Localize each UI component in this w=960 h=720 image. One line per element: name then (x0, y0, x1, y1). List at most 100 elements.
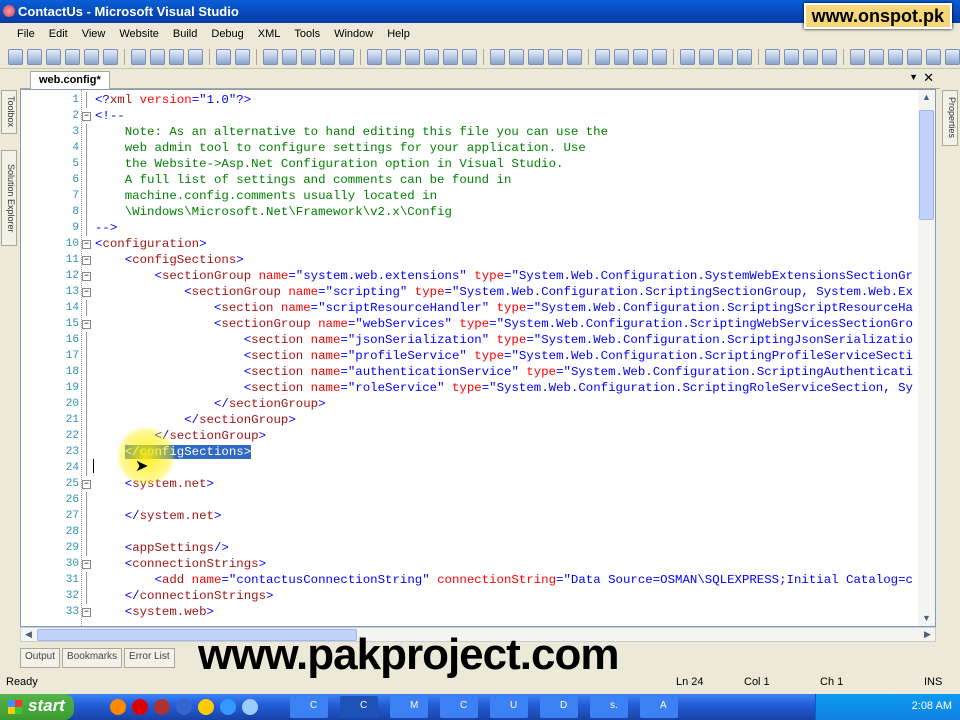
toolbar-button-icon[interactable] (131, 48, 147, 65)
taskbar-task[interactable]: A (640, 696, 678, 718)
code-line[interactable]: 16 <section name="jsonSerialization" typ… (21, 332, 921, 348)
tab-bookmarks[interactable]: Bookmarks (62, 648, 123, 668)
collapse-icon[interactable]: − (82, 256, 91, 265)
toolbar-button-icon[interactable] (925, 48, 941, 65)
toolbar-button-icon[interactable] (8, 48, 24, 65)
collapse-icon[interactable]: − (82, 112, 91, 121)
code-line[interactable]: 14 <section name="scriptResourceHandler"… (21, 300, 921, 316)
toolbar-button-icon[interactable] (235, 48, 251, 65)
code-line[interactable]: 18 <section name="authenticationService"… (21, 364, 921, 380)
menu-view[interactable]: View (75, 28, 113, 40)
toolbar-button-icon[interactable] (103, 48, 119, 65)
toolbar-button-icon[interactable] (367, 48, 383, 65)
taskbar-task[interactable]: U (490, 696, 528, 718)
start-button[interactable]: start (0, 694, 74, 720)
toolbar-button-icon[interactable] (944, 48, 960, 65)
toolbar-button-icon[interactable] (84, 48, 100, 65)
toolbar-button-icon[interactable] (802, 48, 818, 65)
tab-output[interactable]: Output (20, 648, 61, 668)
toolbar-button-icon[interactable] (169, 48, 185, 65)
menu-xml[interactable]: XML (251, 28, 288, 40)
code-line[interactable]: 3 Note: As an alternative to hand editin… (21, 124, 921, 140)
code-editor[interactable]: 1 <?xml version="1.0"?> 2− <!-- 3 Note: As a… (20, 89, 936, 627)
code-line[interactable]: 20 </sectionGroup> (21, 396, 921, 412)
toolbar-button-icon[interactable] (566, 48, 582, 65)
toolbar-button-icon[interactable] (386, 48, 402, 65)
toolbar-button-icon[interactable] (868, 48, 884, 65)
code-line[interactable]: 31 <add name="contactusConnectionString"… (21, 572, 921, 588)
menu-debug[interactable]: Debug (204, 28, 250, 40)
toolbar-button-icon[interactable] (301, 48, 317, 65)
toolbar-button-icon[interactable] (46, 48, 62, 65)
toolbar-button-icon[interactable] (150, 48, 166, 65)
toolbar-button-icon[interactable] (443, 48, 459, 65)
toolbar-button-icon[interactable] (320, 48, 336, 65)
code-line[interactable]: 21 </sectionGroup> (21, 412, 921, 428)
close-document-icon[interactable]: ✕ (923, 70, 934, 86)
menu-window[interactable]: Window (327, 28, 380, 40)
code-line[interactable]: 11− <configSections> (21, 252, 921, 268)
menu-website[interactable]: Website (112, 28, 166, 40)
menu-build[interactable]: Build (166, 28, 204, 40)
code-line[interactable]: 15− <sectionGroup name="webServices" typ… (21, 316, 921, 332)
code-line[interactable]: 30− <connectionStrings> (21, 556, 921, 572)
toolbar-button-icon[interactable] (216, 48, 232, 65)
toolbar-button-icon[interactable] (424, 48, 440, 65)
menu-tools[interactable]: Tools (287, 28, 327, 40)
tab-web-config[interactable]: web.config* (30, 71, 110, 89)
code-line[interactable]: 6 A full list of settings and comments c… (21, 172, 921, 188)
vertical-scroll-thumb[interactable] (919, 110, 934, 220)
toolbox-tab[interactable]: Toolbox (1, 90, 17, 134)
opera-icon[interactable] (132, 699, 148, 715)
collapse-icon[interactable]: − (82, 480, 91, 489)
toolbar-button-icon[interactable] (509, 48, 525, 65)
toolbar-button-icon[interactable] (821, 48, 837, 65)
toolbar-button-icon[interactable] (547, 48, 563, 65)
taskbar-task[interactable]: s. (590, 696, 628, 718)
code-line[interactable]: 7 machine.config.comments usually locate… (21, 188, 921, 204)
toolbar-button-icon[interactable] (188, 48, 204, 65)
messenger-icon[interactable] (198, 699, 214, 715)
app-icon[interactable] (242, 699, 258, 715)
taskbar-task[interactable]: M (390, 696, 428, 718)
toolbar-button-icon[interactable] (462, 48, 478, 65)
taskbar-task[interactable]: C (290, 696, 328, 718)
toolbar-button-icon[interactable] (717, 48, 733, 65)
code-line[interactable]: 10− <configuration> (21, 236, 921, 252)
code-line[interactable]: 5 the Website->Asp.Net Configuration opt… (21, 156, 921, 172)
toolbar-button-icon[interactable] (339, 48, 355, 65)
code-line[interactable]: 12− <sectionGroup name="system.web.exten… (21, 268, 921, 284)
vertical-scrollbar[interactable]: ▲ ▼ (918, 90, 935, 626)
properties-tab[interactable]: Properties (942, 90, 958, 146)
code-line[interactable]: 32 </connectionStrings> (21, 588, 921, 604)
code-line[interactable]: 4 web admin tool to configure settings f… (21, 140, 921, 156)
toolbar-button-icon[interactable] (405, 48, 421, 65)
toolbar-button-icon[interactable] (65, 48, 81, 65)
code-line[interactable]: 28 (21, 524, 921, 540)
code-line[interactable]: 17 <section name="profileService" type="… (21, 348, 921, 364)
code-line[interactable]: 9 --> (21, 220, 921, 236)
app-icon[interactable] (154, 699, 170, 715)
menu-help[interactable]: Help (380, 28, 417, 40)
code-line[interactable]: 27 </system.net> (21, 508, 921, 524)
tab-list-dropdown-icon[interactable]: ▼ (909, 72, 918, 82)
toolbar-button-icon[interactable] (632, 48, 648, 65)
toolbar-button-icon[interactable] (282, 48, 298, 65)
collapse-icon[interactable]: − (82, 560, 91, 569)
code-line[interactable]: 13− <sectionGroup name="scripting" type=… (21, 284, 921, 300)
tab-error-list[interactable]: Error List (124, 648, 175, 668)
toolbar-button-icon[interactable] (594, 48, 610, 65)
code-line[interactable]: 19 <section name="roleService" type="Sys… (21, 380, 921, 396)
collapse-icon[interactable]: − (82, 320, 91, 329)
toolbar-button-icon[interactable] (698, 48, 714, 65)
toolbar-button-icon[interactable] (528, 48, 544, 65)
media-icon[interactable] (176, 699, 192, 715)
code-line[interactable]: 8 \Windows\Microsoft.Net\Framework\v2.x\… (21, 204, 921, 220)
toolbar-button-icon[interactable] (906, 48, 922, 65)
collapse-icon[interactable]: − (82, 240, 91, 249)
firefox-icon[interactable] (110, 699, 126, 715)
taskbar-task[interactable]: D (540, 696, 578, 718)
menu-file[interactable]: File (10, 28, 42, 40)
solution-explorer-tab[interactable]: Solution Explorer (1, 150, 17, 246)
scroll-left-icon[interactable]: ◀ (21, 627, 36, 642)
